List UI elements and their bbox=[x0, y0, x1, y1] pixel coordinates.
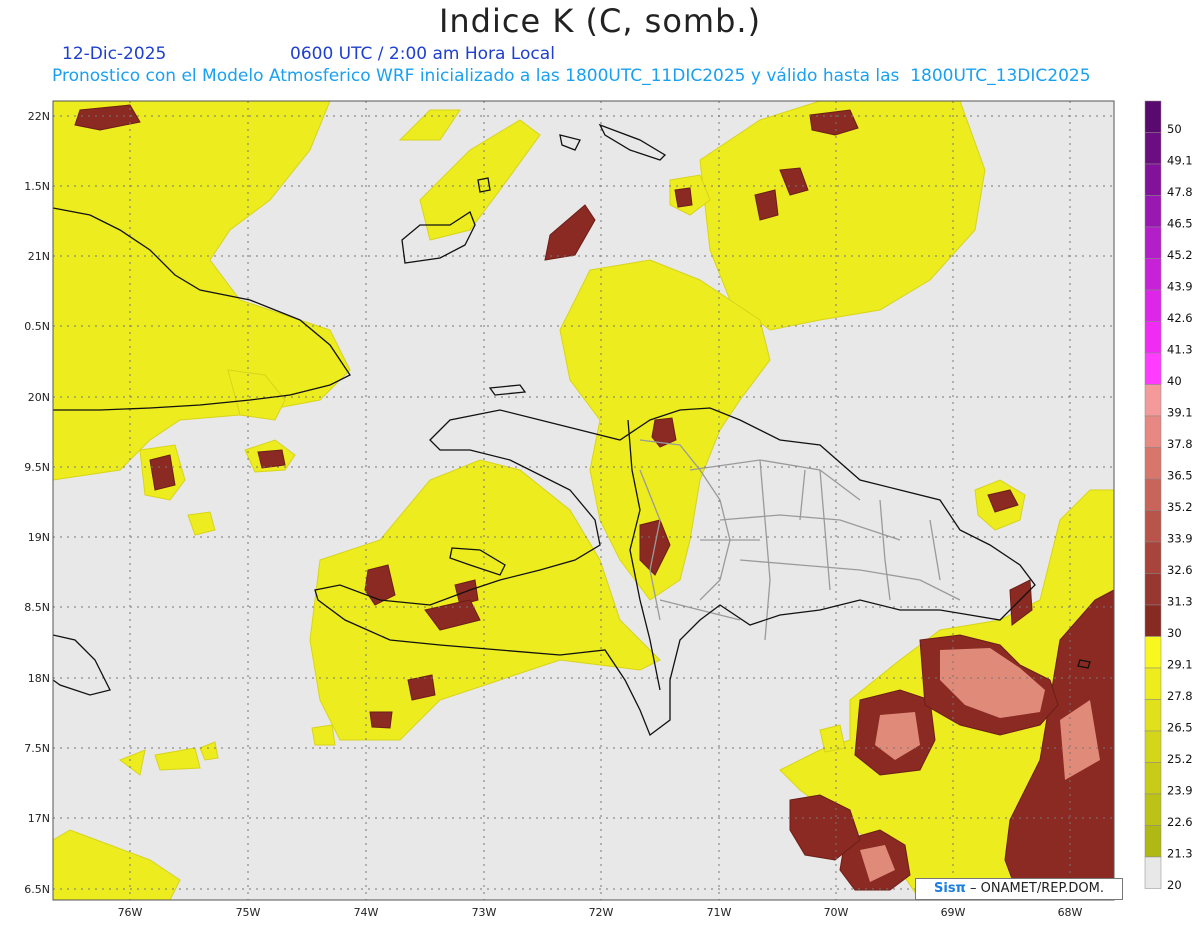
lat-label: 1.5N bbox=[24, 180, 50, 193]
colorbar-label: 20 bbox=[1167, 878, 1182, 892]
lat-label: 19N bbox=[28, 531, 50, 544]
colorbar-label: 37.8 bbox=[1167, 437, 1193, 451]
colorbar-swatch bbox=[1144, 825, 1162, 858]
colorbar-swatch bbox=[1144, 163, 1162, 196]
colorbar-label: 25.2 bbox=[1167, 752, 1193, 766]
colorbar-label: 46.5 bbox=[1167, 217, 1193, 231]
colorbar-swatch bbox=[1144, 321, 1162, 354]
colorbar-swatch bbox=[1144, 730, 1162, 763]
latitude-axis: 22N 1.5N 21N 0.5N 20N 9.5N 19N 8.5N 18N … bbox=[24, 110, 50, 896]
lon-label: 69W bbox=[941, 906, 966, 919]
credit-box: Sisπ – ONAMET/REP.DOM. bbox=[915, 878, 1123, 900]
colorbar-label: 26.5 bbox=[1167, 721, 1193, 735]
lon-label: 68W bbox=[1058, 906, 1083, 919]
lon-label: 74W bbox=[354, 906, 379, 919]
colorbar-swatch bbox=[1144, 793, 1162, 826]
colorbar-swatch bbox=[1144, 447, 1162, 480]
lon-label: 75W bbox=[236, 906, 261, 919]
longitude-axis: 76W 75W 74W 73W 72W 71W 70W 69W 68W bbox=[118, 906, 1083, 919]
colorbar-swatch bbox=[1144, 195, 1162, 228]
colorbar-swatch bbox=[1144, 258, 1162, 291]
colorbar-swatch bbox=[1144, 856, 1162, 889]
colorbar-label: 45.2 bbox=[1167, 248, 1193, 262]
colorbar-swatch bbox=[1144, 415, 1162, 448]
colorbar-label: 33.9 bbox=[1167, 532, 1193, 546]
lat-label: 17N bbox=[28, 812, 50, 825]
colorbar-label: 42.6 bbox=[1167, 311, 1193, 325]
lat-label: 22N bbox=[28, 110, 50, 123]
colorbar-swatch bbox=[1144, 573, 1162, 606]
lon-label: 73W bbox=[472, 906, 497, 919]
lat-label: 8.5N bbox=[24, 601, 50, 614]
lat-label: 21N bbox=[28, 250, 50, 263]
colorbar-swatch bbox=[1144, 604, 1162, 637]
colorbar-label: 40 bbox=[1167, 374, 1182, 388]
colorbar-label: 49.1 bbox=[1167, 154, 1193, 168]
lat-label: 20N bbox=[28, 391, 50, 404]
lat-label: 6.5N bbox=[24, 883, 50, 896]
colorbar-label: 50 bbox=[1167, 122, 1182, 136]
k-index-map: 22N 1.5N 21N 0.5N 20N 9.5N 19N 8.5N 18N … bbox=[24, 100, 1193, 919]
colorbar-label: 22.6 bbox=[1167, 815, 1193, 829]
colorbar-label: 21.3 bbox=[1167, 847, 1193, 861]
lon-label: 71W bbox=[707, 906, 732, 919]
colorbar-label: 41.3 bbox=[1167, 343, 1193, 357]
colorbar-label: 23.9 bbox=[1167, 784, 1193, 798]
colorbar-swatch bbox=[1144, 352, 1162, 385]
colorbar-label: 31.3 bbox=[1167, 595, 1193, 609]
colorbar-swatch bbox=[1144, 510, 1162, 543]
credit-text: – ONAMET/REP.DOM. bbox=[965, 881, 1104, 896]
colorbar-swatch bbox=[1144, 699, 1162, 732]
colorbar-swatch bbox=[1144, 132, 1162, 165]
colorbar-label: 43.9 bbox=[1167, 280, 1193, 294]
colorbar-label: 47.8 bbox=[1167, 185, 1193, 199]
colorbar-label: 36.5 bbox=[1167, 469, 1193, 483]
colorbar-swatch bbox=[1144, 226, 1162, 259]
lat-label: 0.5N bbox=[24, 320, 50, 333]
colorbar-label: 39.1 bbox=[1167, 406, 1193, 420]
colorbar-label: 30 bbox=[1167, 626, 1182, 640]
colorbar-label: 29.1 bbox=[1167, 658, 1193, 672]
lat-label: 7.5N bbox=[24, 742, 50, 755]
colorbar-label: 35.2 bbox=[1167, 500, 1193, 514]
lat-label: 18N bbox=[28, 672, 50, 685]
colorbar-swatch bbox=[1144, 636, 1162, 669]
lon-label: 76W bbox=[118, 906, 143, 919]
colorbar-swatch bbox=[1144, 762, 1162, 795]
colorbar: 50 49.1 47.8 46.5 45.2 43.9 42.6 41.3 40 39.1 37.8… bbox=[1144, 100, 1193, 892]
colorbar-label: 27.8 bbox=[1167, 689, 1193, 703]
lon-label: 70W bbox=[824, 906, 849, 919]
sispi-logo: Sisπ bbox=[934, 881, 966, 896]
colorbar-swatch bbox=[1144, 289, 1162, 322]
colorbar-swatch bbox=[1144, 384, 1162, 417]
colorbar-swatch bbox=[1144, 541, 1162, 574]
lat-label: 9.5N bbox=[24, 461, 50, 474]
colorbar-label: 32.6 bbox=[1167, 563, 1193, 577]
colorbar-swatch bbox=[1144, 100, 1162, 133]
lon-label: 72W bbox=[589, 906, 614, 919]
colorbar-swatch bbox=[1144, 478, 1162, 511]
colorbar-swatch bbox=[1144, 667, 1162, 700]
